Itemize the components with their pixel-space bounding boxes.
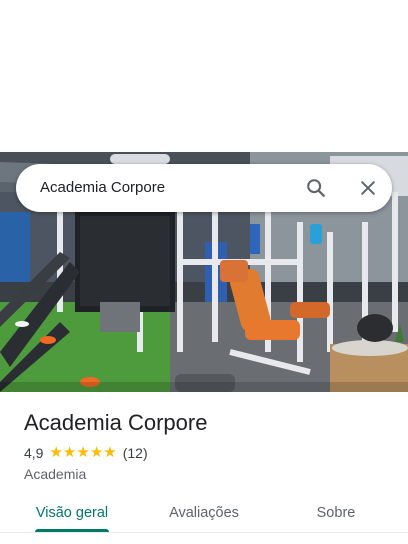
search-button[interactable] [300, 172, 332, 204]
review-count[interactable]: (12) [123, 445, 148, 461]
search-input[interactable]: Academia Corpore [40, 164, 165, 212]
tab-overview[interactable]: Visão geral [30, 496, 114, 532]
star-icon: ★ [89, 444, 104, 461]
tab-about[interactable]: Sobre [306, 496, 366, 532]
tab-reviews[interactable]: Avaliações [160, 496, 248, 532]
close-icon [361, 181, 375, 195]
place-category: Academia [24, 466, 87, 482]
search-bar[interactable]: Academia Corpore [16, 164, 392, 212]
star-icon: ★ [76, 444, 90, 461]
star-icon: ★ [103, 444, 117, 461]
tabs-divider [0, 532, 408, 533]
map-blank-area [0, 0, 408, 152]
close-button[interactable] [352, 172, 384, 204]
rating-row[interactable]: 4,9 ★ ★ ★ ★ ★ (12) [24, 443, 148, 463]
place-title: Academia Corpore [24, 410, 208, 435]
star-icon: ★ [49, 444, 63, 461]
star-rating: ★ ★ ★ ★ ★ [49, 444, 116, 462]
place-tabs: Visão geral Avaliações Sobre [0, 496, 408, 536]
search-icon [307, 179, 325, 197]
rating-value: 4,9 [24, 445, 44, 461]
star-icon: ★ [62, 444, 77, 461]
